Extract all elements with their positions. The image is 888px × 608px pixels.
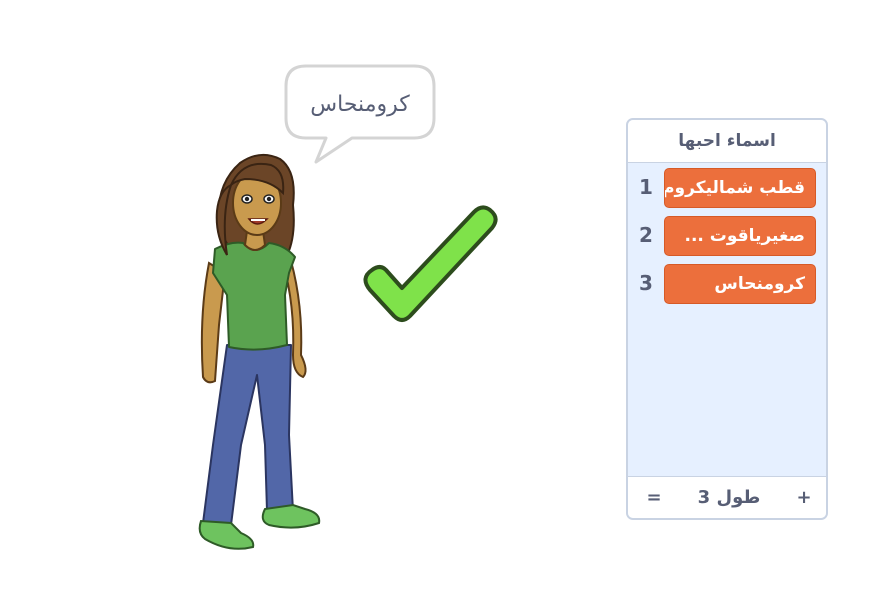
list-monitor[interactable]: اسماء احبها 1 قطب شماليكروم 2 صغيرياقوت … [626, 118, 828, 520]
add-item-button[interactable]: + [794, 487, 814, 508]
list-item-index: 1 [639, 175, 653, 199]
speech-bubble-text: كرومنحاس [310, 91, 410, 117]
list-item: 3 كرومنحاس [628, 261, 826, 305]
list-item-value[interactable]: قطب شماليكروم [664, 168, 816, 208]
list-title: اسماء احبها [628, 120, 826, 163]
list-item-value[interactable]: كرومنحاس [664, 264, 816, 304]
list-item: 2 صغيرياقوت ... [628, 213, 826, 257]
list-footer: = طول 3 + [628, 476, 826, 518]
list-body[interactable]: 1 قطب شماليكروم 2 صغيرياقوت ... 3 كرومنح… [628, 163, 826, 477]
list-item-index: 3 [639, 271, 653, 295]
stage: كرومنحاس اسماء احبها 1 قطب شماليكروم 2 ص… [0, 0, 888, 608]
list-item-value[interactable]: صغيرياقوت ... [664, 216, 816, 256]
list-length: طول 3 [697, 487, 761, 508]
girl-sprite[interactable] [185, 145, 335, 555]
list-item-index: 2 [639, 223, 653, 247]
list-item: 1 قطب شماليكروم [628, 165, 826, 209]
resize-handle[interactable]: = [644, 487, 664, 508]
checkmark-icon[interactable] [350, 200, 505, 330]
